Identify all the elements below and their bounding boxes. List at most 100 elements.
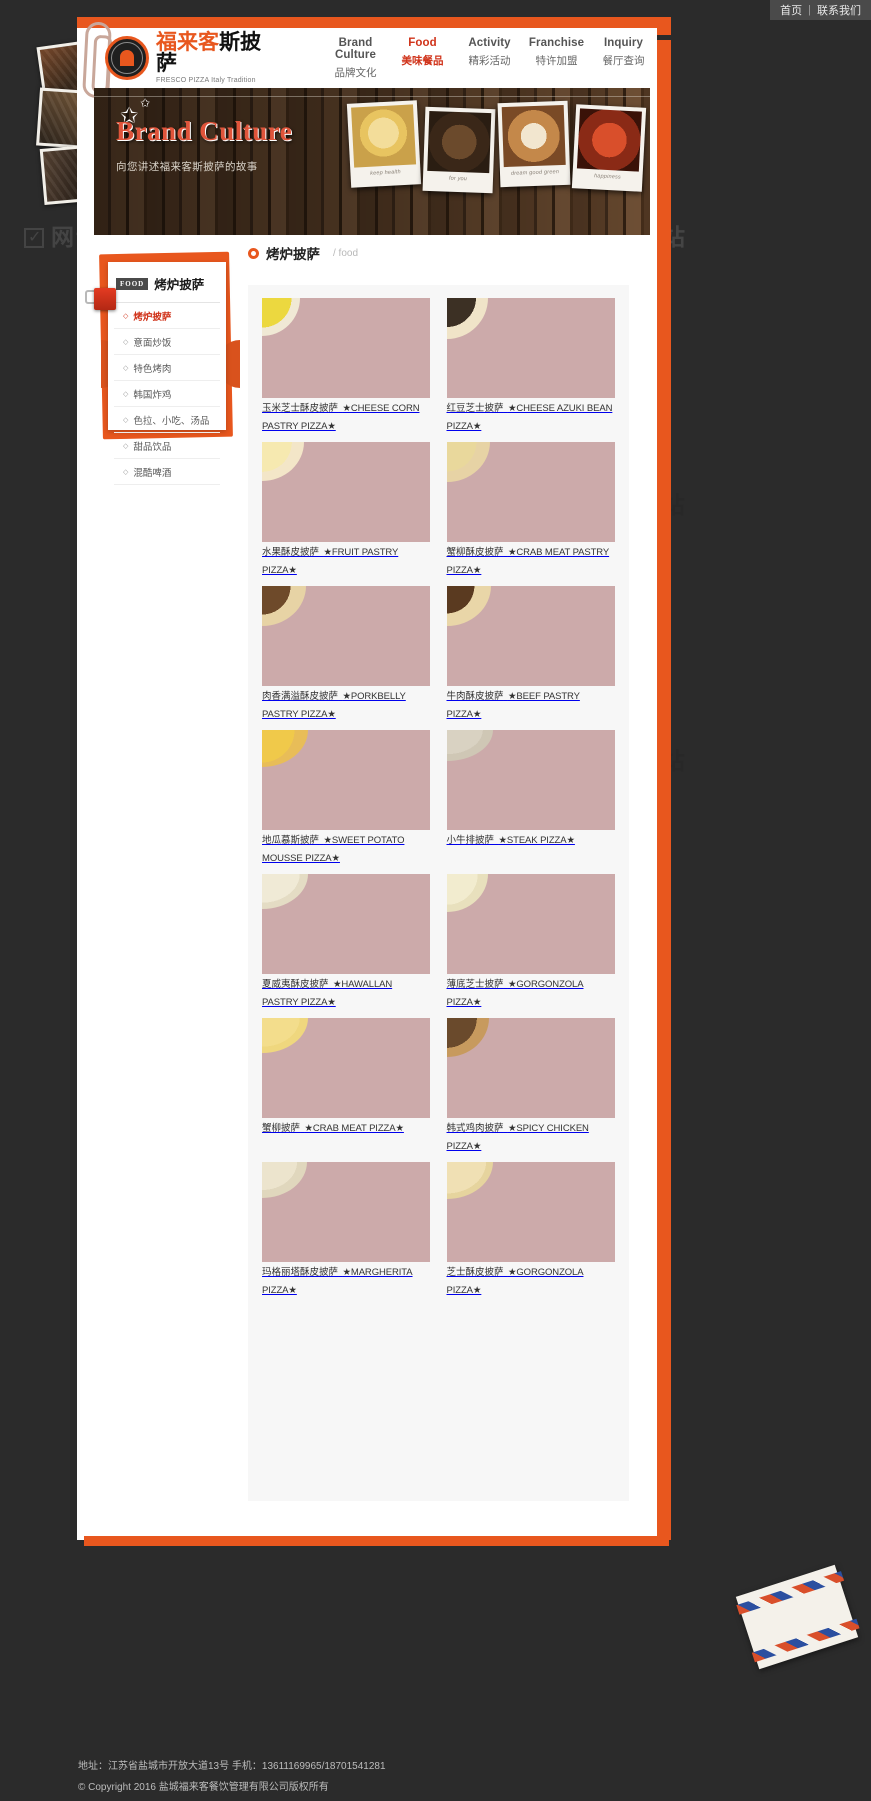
banner-title: Brand Culture (116, 116, 293, 146)
sidebar-item-label: 韩国炸鸡 (133, 389, 172, 401)
diamond-icon: ◇ (123, 364, 129, 372)
product-card[interactable]: 蟹柳酥皮披萨 ★CRAB MEAT PASTRY PIZZA★ (446, 442, 615, 578)
sidebar-item-korean-chicken[interactable]: ◇ 韩国炸鸡 (114, 381, 220, 407)
nav-item-brand-culture[interactable]: Brand Culture 品牌文化 (322, 37, 389, 80)
product-image (262, 298, 430, 398)
footer-address: 地址：江苏省盐城市开放大道13号 手机：13611169965/18701541… (78, 1761, 386, 1772)
product-card[interactable]: 牛肉酥皮披萨 ★BEEF PASTRY PIZZA★ (446, 586, 615, 722)
category-sidebar: FOOD 烤炉披萨 ◇ 烤炉披萨 ◇ 意面炒饭 ◇ 特色烤肉 ◇ 韩国炸鸡 ◇ 色拉、小吃… (108, 262, 226, 485)
diamond-icon: ◇ (123, 390, 129, 398)
sidebar-item-dessert-drinks[interactable]: ◇ 甜品饮品 (114, 433, 220, 459)
banner-string-line (94, 96, 650, 97)
nav-item-inquiry[interactable]: Inquiry 餐厅查询 (590, 37, 657, 80)
product-name-cn: 肉香满溢酥皮披萨 (262, 691, 339, 702)
circle-icon (248, 247, 259, 259)
polaroid-caption: keep health (370, 169, 401, 177)
hero-banner: ✩ ✩ Brand Culture 向您讲述福来客斯披萨的故事 keep hea… (94, 88, 650, 235)
product-name-cn: 薄底芝士披萨 (446, 979, 504, 990)
sidebar-item-label: 烤炉披萨 (133, 311, 172, 323)
sidebar-item-beer[interactable]: ◇ 混酷啤酒 (114, 459, 220, 485)
product-name-cn: 牛肉酥皮披萨 (446, 691, 504, 702)
product-card[interactable]: 韩式鸡肉披萨 ★SPICY CHICKEN PIZZA★ (446, 1018, 615, 1154)
product-card[interactable]: 地瓜慕斯披萨 ★SWEET POTATO MOUSSE PIZZA★ (262, 730, 430, 866)
nav-label-cn: 餐厅查询 (602, 54, 645, 67)
product-name-cn: 地瓜慕斯披萨 (262, 835, 320, 846)
diamond-icon: ◇ (123, 416, 129, 424)
pizza-badge-icon (105, 36, 149, 80)
nav-item-activity[interactable]: Activity 精彩活动 (456, 37, 523, 80)
product-grid: 玉米芝士酥皮披萨 ★CHEESE CORN PASTRY PIZZA★ 红豆芝士… (262, 298, 617, 1298)
banner-polaroid-group: keep health for you dream good green hap… (346, 100, 647, 194)
polaroid-photo: dream good green (497, 100, 571, 188)
diamond-icon: ◇ (123, 442, 129, 450)
nav-item-franchise[interactable]: Franchise 特许加盟 (523, 37, 590, 80)
banner-text-block: Brand Culture 向您讲述福来客斯披萨的故事 (116, 116, 292, 174)
footer-copyright: © Copyright 2016 盐城福来客餐饮管理有限公司版权所有 (78, 1782, 329, 1793)
polaroid-image (576, 108, 642, 172)
sidebar-item-label: 意面炒饭 (133, 337, 172, 349)
sidebar-item-label: 混酷啤酒 (133, 467, 172, 479)
product-card[interactable]: 小牛排披萨 ★STEAK PIZZA★ (446, 730, 615, 866)
product-name-en: ★CRAB MEAT PIZZA★ (304, 1123, 404, 1134)
product-card[interactable]: 红豆芝士披萨 ★CHEESE AZUKI BEAN PIZZA★ (446, 298, 615, 434)
binder-clip-icon (85, 286, 122, 312)
site-footer: 地址：江苏省盐城市开放大道13号 手机：13611169965/18701541… (0, 1748, 871, 1801)
topbar-contact-link[interactable]: 联系我们 (817, 2, 861, 18)
product-card[interactable]: 芝士酥皮披萨 ★GORGONZOLA PIZZA★ (446, 1162, 615, 1298)
product-name-cn: 红豆芝士披萨 (446, 403, 504, 414)
product-image (262, 730, 430, 830)
product-name-cn: 水果酥皮披萨 (262, 547, 320, 558)
nav-label-en: Food (408, 36, 437, 49)
nav-label-en: Activity (468, 36, 511, 49)
product-image (262, 874, 430, 974)
product-image (262, 586, 430, 686)
product-card[interactable]: 夏威夷酥皮披萨 ★HAWALLAN PASTRY PIZZA★ (262, 874, 430, 1010)
polaroid-image (501, 104, 566, 168)
nav-label-cn: 品牌文化 (334, 66, 377, 79)
product-image (446, 874, 615, 974)
polaroid-caption: dream good green (510, 169, 560, 177)
sheet-orange-bottom-edge (84, 1536, 669, 1546)
topbar-home-link[interactable]: 首页 (780, 2, 802, 18)
product-name-en: ★STEAK PIZZA★ (498, 835, 575, 846)
diamond-icon: ◇ (123, 338, 129, 346)
breadcrumb: 烤炉披萨 / food (248, 243, 358, 263)
product-card[interactable]: 玉米芝士酥皮披萨 ★CHEESE CORN PASTRY PIZZA★ (262, 298, 430, 434)
product-name-cn: 玉米芝士酥皮披萨 (262, 403, 339, 414)
product-image (446, 1018, 615, 1118)
sidebar-item-salad-snack-soup[interactable]: ◇ 色拉、小吃、汤品 (114, 407, 220, 433)
product-image (262, 1162, 430, 1262)
product-image (446, 1162, 615, 1262)
product-card[interactable]: 肉香满溢酥皮披萨 ★PORKBELLY PASTRY PIZZA★ (262, 586, 430, 722)
main-nav: Brand Culture 品牌文化 Food 美味餐品 Activity 精彩… (322, 37, 657, 80)
polaroid-image (427, 110, 492, 174)
product-image (446, 298, 615, 398)
product-name-cn: 芝士酥皮披萨 (446, 1267, 504, 1278)
product-image (446, 442, 615, 542)
nav-label-en: Brand Culture (335, 36, 376, 61)
product-card[interactable]: 蟹柳披萨 ★CRAB MEAT PIZZA★ (262, 1018, 430, 1154)
sidebar-item-pasta-rice[interactable]: ◇ 意面炒饭 (114, 329, 220, 355)
diamond-icon: ◇ (123, 312, 129, 320)
nav-item-food[interactable]: Food 美味餐品 (389, 37, 456, 80)
product-image (262, 1018, 430, 1118)
diamond-icon: ◇ (123, 468, 129, 476)
brand-name-cn: 福来客斯披萨 (156, 31, 261, 75)
product-card[interactable]: 水果酥皮披萨 ★FRUIT PASTRY PIZZA★ (262, 442, 430, 578)
logo[interactable]: 福来客斯披萨 FRESCO PIZZA Italy Tradition (105, 32, 269, 84)
product-name-cn: 玛格丽塔酥皮披萨 (262, 1267, 339, 1278)
product-card[interactable]: 玛格丽塔酥皮披萨 ★MARGHERITA PIZZA★ (262, 1162, 430, 1298)
sidebar-item-label: 甜品饮品 (133, 441, 172, 453)
banner-subtitle: 向您讲述福来客斯披萨的故事 (116, 161, 258, 173)
sidebar-header: FOOD 烤炉披萨 (114, 262, 220, 303)
product-card[interactable]: 薄底芝士披萨 ★GORGONZOLA PIZZA★ (446, 874, 615, 1010)
product-name-cn: 小牛排披萨 (446, 835, 495, 846)
polaroid-photo: for you (422, 106, 496, 194)
product-name-cn: 蟹柳披萨 (262, 1123, 301, 1134)
product-name-cn: 夏威夷酥皮披萨 (262, 979, 329, 990)
sidebar-item-kaolu-pizza[interactable]: ◇ 烤炉披萨 (114, 303, 220, 329)
product-name-cn: 韩式鸡肉披萨 (446, 1123, 504, 1134)
nav-label-cn: 精彩活动 (468, 54, 511, 67)
product-image (446, 586, 615, 686)
sidebar-item-bbq[interactable]: ◇ 特色烤肉 (114, 355, 220, 381)
